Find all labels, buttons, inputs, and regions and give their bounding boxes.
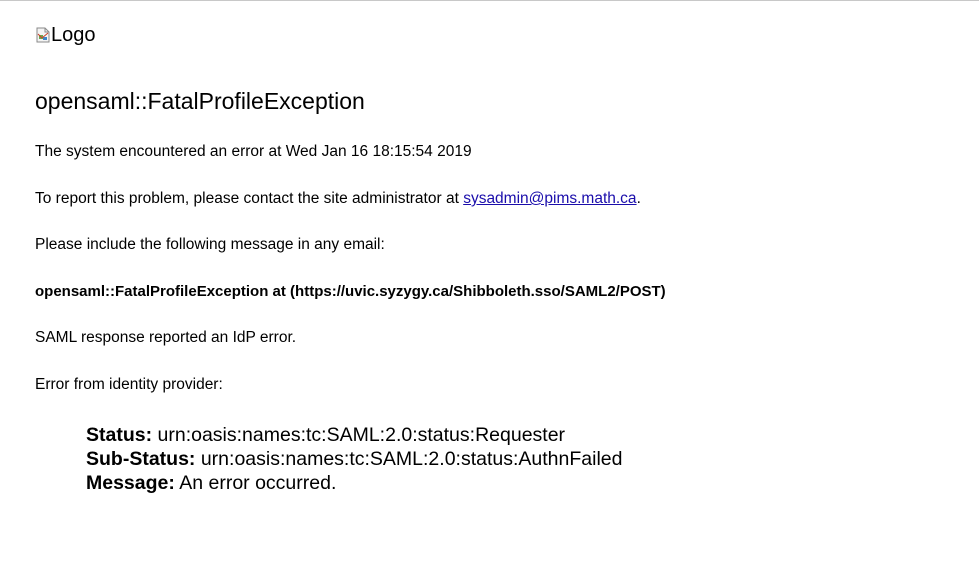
saml-response-text: SAML response reported an IdP error. [35,329,297,346]
status-block: Status: urn:oasis:names:tc:SAML:2.0:stat… [86,423,622,495]
admin-email-link[interactable]: sysadmin@pims.math.ca [463,190,636,207]
substatus-line: Sub-Status: urn:oasis:names:tc:SAML:2.0:… [86,447,622,471]
message-value: An error occurred. [174,472,337,494]
status-label: Status: [86,424,153,446]
include-message-text: Please include the following message in … [35,236,385,253]
status-line: Status: urn:oasis:names:tc:SAML:2.0:stat… [86,423,622,447]
message-label: Message: [86,472,175,494]
status-value: urn:oasis:names:tc:SAML:2.0:status:Reque… [152,424,566,446]
error-page: Logo opensaml::FatalProfileException The… [0,0,979,585]
report-suffix: . [636,190,641,207]
idp-error-text: Error from identity provider: [35,376,223,393]
substatus-label: Sub-Status: [86,448,196,470]
message-line: Message: An error occurred. [86,471,622,495]
page-title: opensaml::FatalProfileException [35,88,365,114]
error-time-text: The system encountered an error at Wed J… [35,143,472,160]
logo-image: Logo [36,24,96,46]
report-prefix: To report this problem, please contact t… [35,190,464,207]
exception-detail-text: opensaml::FatalProfileException at (http… [35,283,666,300]
substatus-value: urn:oasis:names:tc:SAML:2.0:status:Authn… [195,448,623,470]
broken-image-icon [36,27,50,43]
logo-alt-text: Logo [51,24,96,46]
report-problem-text: To report this problem, please contact t… [35,189,641,209]
